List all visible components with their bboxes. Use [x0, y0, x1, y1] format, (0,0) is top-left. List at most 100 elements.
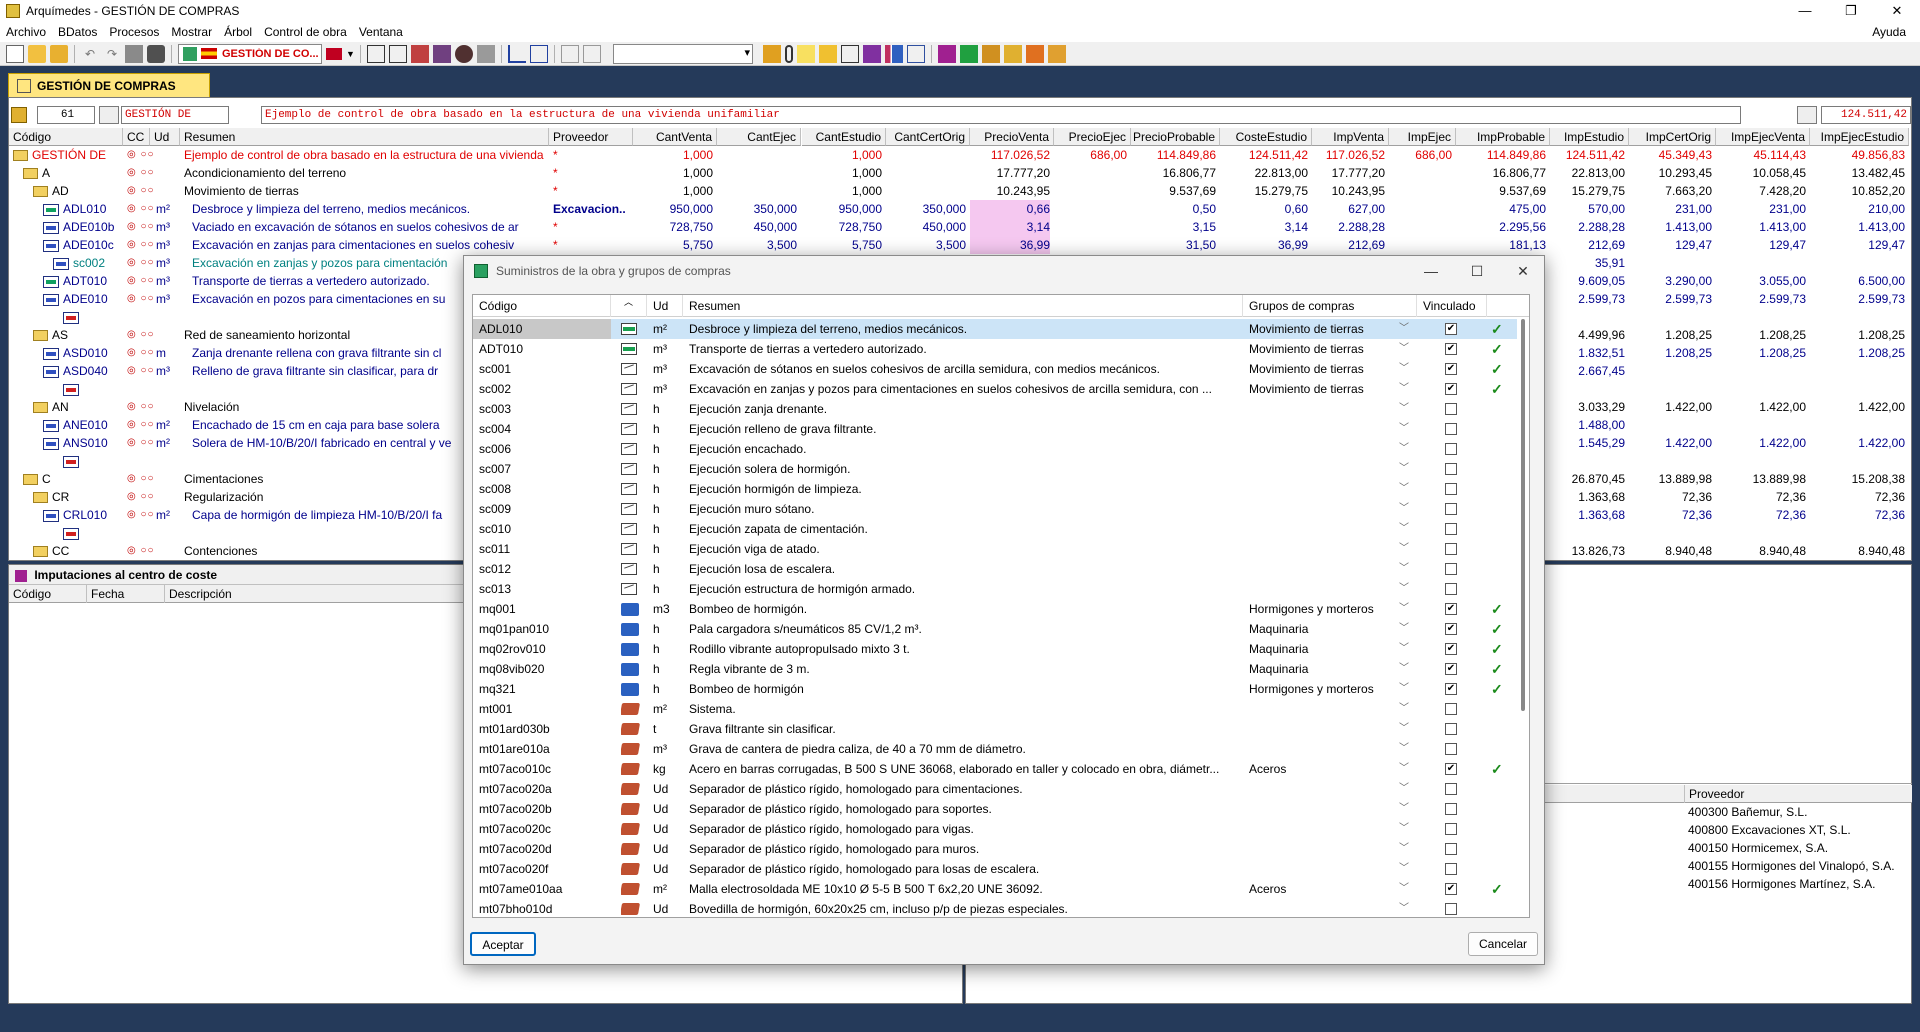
- chevron-down-icon[interactable]: ﹀: [1399, 679, 1409, 699]
- chevron-down-icon[interactable]: ﹀: [1399, 579, 1409, 599]
- count-field[interactable]: 61: [37, 106, 95, 124]
- chevron-down-icon[interactable]: ﹀: [1399, 819, 1409, 839]
- export-icon[interactable]: [1048, 44, 1066, 63]
- chevron-down-icon[interactable]: ﹀: [1399, 859, 1409, 879]
- grid-col-header[interactable]: ImpCertOrig: [1629, 128, 1716, 146]
- print-preview-icon[interactable]: [477, 44, 495, 63]
- grupo-compras-select[interactable]: [1249, 719, 1399, 739]
- proveedor-item[interactable]: 400300 Bañemur, S.L.: [1684, 803, 1912, 821]
- proveedor-item[interactable]: 400155 Hormigones del Vinalopó, S.A.: [1684, 857, 1912, 875]
- new-icon[interactable]: [6, 44, 24, 63]
- grupo-compras-select[interactable]: [1249, 419, 1399, 439]
- chevron-down-icon[interactable]: ﹀: [1399, 519, 1409, 539]
- suministro-row[interactable]: sc002 m³ Excavación en zanjas y pozos para…: [473, 379, 1517, 399]
- grupo-compras-select[interactable]: Movimiento de tierras: [1249, 339, 1399, 359]
- vinculado-checkbox[interactable]: ✔: [1445, 603, 1457, 615]
- vinculado-checkbox[interactable]: ✔: [1445, 383, 1457, 395]
- vinculado-checkbox[interactable]: [1445, 523, 1457, 535]
- vinculado-checkbox[interactable]: [1445, 823, 1457, 835]
- grid-col-header[interactable]: CantVenta: [633, 128, 717, 146]
- grupo-compras-select[interactable]: Movimiento de tierras: [1249, 319, 1399, 339]
- menu-help[interactable]: Ayuda: [1866, 25, 1912, 39]
- vinculado-checkbox[interactable]: [1445, 503, 1457, 515]
- grupo-compras-select[interactable]: Maquinaria: [1249, 659, 1399, 679]
- window-split-icon[interactable]: [583, 44, 601, 63]
- grid-row[interactable]: GESTIÓN DE ◎ ○○ Ejemplo de control de obra…: [9, 146, 1913, 164]
- col-dlg-grupos[interactable]: Grupos de compras: [1243, 295, 1417, 317]
- chart-icon[interactable]: [508, 44, 526, 63]
- chevron-down-icon[interactable]: ﹀: [1399, 899, 1409, 917]
- grid-row[interactable]: ADE010b ◎ ○○ m³ Vaciado en excavación de só…: [9, 218, 1913, 236]
- suministro-row[interactable]: sc003 h Ejecución zanja drenante. ﹀: [473, 399, 1517, 419]
- grupo-compras-select[interactable]: Maquinaria: [1249, 639, 1399, 659]
- vinculado-checkbox[interactable]: [1445, 843, 1457, 855]
- suministro-row[interactable]: sc007 h Ejecución solera de hormigón. ﹀: [473, 459, 1517, 479]
- chevron-down-icon[interactable]: ﹀: [1399, 659, 1409, 679]
- bar-chart-icon[interactable]: [885, 44, 903, 63]
- grupo-compras-select[interactable]: [1249, 479, 1399, 499]
- chevron-down-icon[interactable]: ﹀: [1399, 619, 1409, 639]
- chevron-down-icon[interactable]: ﹀: [1399, 459, 1409, 479]
- cash-icon[interactable]: [1004, 44, 1022, 63]
- grid-col-header[interactable]: Resumen: [180, 128, 549, 146]
- chevron-down-icon[interactable]: ﹀: [1399, 699, 1409, 719]
- total-field[interactable]: 124.511,42: [1821, 106, 1911, 124]
- undo-icon[interactable]: ↶: [81, 45, 99, 63]
- suministro-row[interactable]: mt01are010a m³ Grava de cantera de piedra …: [473, 739, 1517, 759]
- chevron-down-icon[interactable]: ﹀: [1399, 739, 1409, 759]
- grupo-compras-select[interactable]: [1249, 799, 1399, 819]
- vinculado-checkbox[interactable]: ✔: [1445, 623, 1457, 635]
- dialog-minimize-icon[interactable]: —: [1408, 256, 1454, 286]
- chevron-down-icon[interactable]: ﹀: [1399, 779, 1409, 799]
- suministro-row[interactable]: mt01ard030b t Grava filtrante sin clasific…: [473, 719, 1517, 739]
- grupo-compras-select[interactable]: Movimiento de tierras: [1249, 379, 1399, 399]
- cancel-button[interactable]: Cancelar: [1468, 932, 1538, 956]
- vinculado-checkbox[interactable]: [1445, 483, 1457, 495]
- grupo-compras-select[interactable]: [1249, 699, 1399, 719]
- vinculado-checkbox[interactable]: [1445, 543, 1457, 555]
- save-icon[interactable]: [125, 44, 143, 63]
- report-icon[interactable]: [433, 44, 451, 63]
- materials-icon[interactable]: [982, 44, 1000, 63]
- suministro-row[interactable]: mt07aco020c Ud Separador de plástico rígid…: [473, 819, 1517, 839]
- vinculado-checkbox[interactable]: [1445, 443, 1457, 455]
- vinculado-checkbox[interactable]: [1445, 563, 1457, 575]
- vinculado-checkbox[interactable]: ✔: [1445, 343, 1457, 355]
- clip-icon[interactable]: [785, 44, 793, 63]
- chevron-down-icon[interactable]: ﹀: [1399, 499, 1409, 519]
- chevron-down-icon[interactable]: ﹀: [1399, 379, 1409, 399]
- vinculado-checkbox[interactable]: [1445, 423, 1457, 435]
- vinculado-checkbox[interactable]: [1445, 903, 1457, 915]
- suministro-row[interactable]: mt07ame010aa m² Malla electrosoldada ME 10…: [473, 879, 1517, 899]
- vinculado-checkbox[interactable]: ✔: [1445, 643, 1457, 655]
- vinculado-checkbox[interactable]: ✔: [1445, 663, 1457, 675]
- tree-icon[interactable]: [367, 44, 385, 63]
- vinculado-checkbox[interactable]: [1445, 463, 1457, 475]
- col-dlg-resumen[interactable]: Resumen: [683, 295, 1243, 317]
- dialog-close-icon[interactable]: ✕: [1500, 256, 1546, 286]
- grupo-compras-select[interactable]: [1249, 519, 1399, 539]
- dialog-maximize-icon[interactable]: ☐: [1454, 256, 1500, 286]
- grid-col-header[interactable]: PrecioProbable: [1131, 128, 1220, 146]
- grupo-compras-select[interactable]: [1249, 459, 1399, 479]
- tag-icon[interactable]: [763, 44, 781, 63]
- col-fecha[interactable]: Fecha: [87, 585, 165, 603]
- grupo-compras-select[interactable]: [1249, 399, 1399, 419]
- flag-icon[interactable]: [326, 47, 342, 60]
- menu-item[interactable]: Archivo: [0, 25, 52, 39]
- grid-icon[interactable]: [530, 44, 548, 63]
- vinculado-checkbox[interactable]: ✔: [1445, 363, 1457, 375]
- grupo-compras-select[interactable]: Movimiento de tierras: [1249, 359, 1399, 379]
- sheet-button[interactable]: [99, 106, 119, 124]
- grid-col-header[interactable]: CosteEstudio: [1220, 128, 1312, 146]
- vinculado-checkbox[interactable]: [1445, 583, 1457, 595]
- tree-branch-icon[interactable]: [389, 44, 407, 63]
- menu-item[interactable]: Mostrar: [165, 25, 218, 39]
- suministro-row[interactable]: mq321 h Bombeo de hormigón Hormigones y mor…: [473, 679, 1517, 699]
- suministro-row[interactable]: sc013 h Ejecución estructura de hormigón a…: [473, 579, 1517, 599]
- grid-col-header[interactable]: ImpEjecEstudio: [1810, 128, 1909, 146]
- tab-gestion-compras[interactable]: GESTIÓN DE COMPRAS: [8, 73, 210, 97]
- suministro-row[interactable]: sc006 h Ejecución encachado. ﹀: [473, 439, 1517, 459]
- grid-row[interactable]: ADL010 ◎ ○○ m² Desbroce y limpieza del terr…: [9, 200, 1913, 218]
- col-dlg-codigo[interactable]: Código: [473, 295, 611, 317]
